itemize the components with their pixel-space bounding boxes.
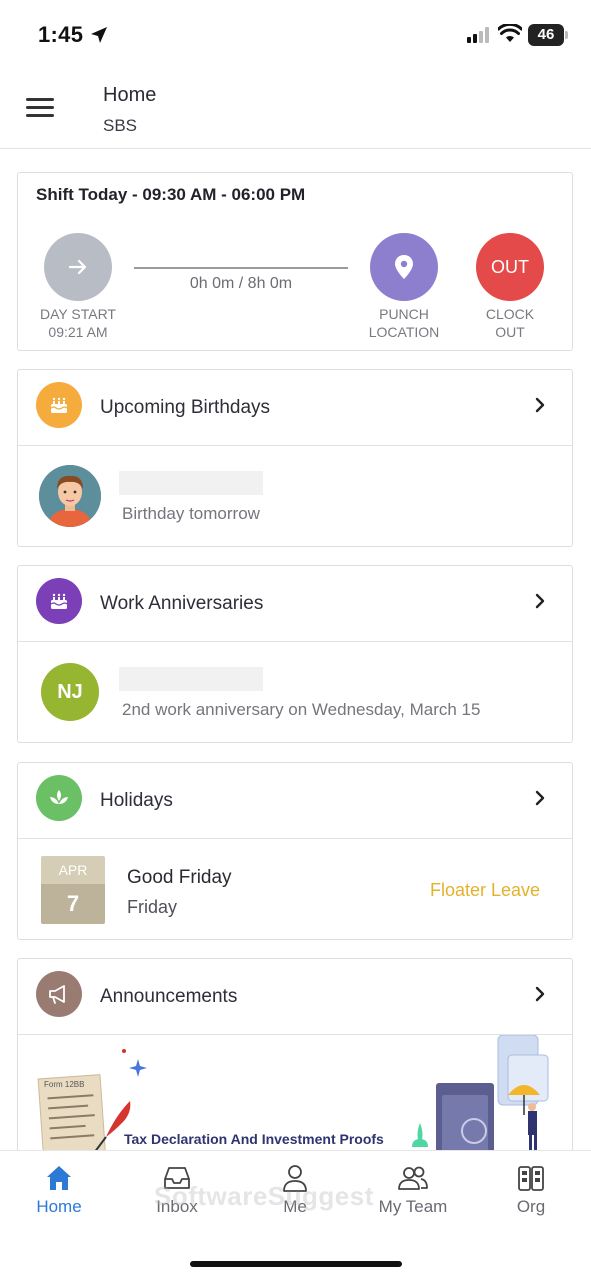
battery-tip (565, 31, 568, 39)
birthdays-header[interactable]: Upcoming Birthdays (18, 370, 572, 446)
holiday-weekday: Friday (127, 897, 178, 917)
holiday-type: Floater Leave (430, 880, 541, 900)
holidays-title: Holidays (100, 790, 173, 811)
shift-title: Shift Today - 09:30 AM - 06:00 PM (36, 185, 306, 204)
nav-me[interactable]: Me (236, 1151, 354, 1231)
anniversaries-card: Work Anniversaries NJ 2nd work anniversa… (17, 565, 573, 743)
anniversary-text: 2nd work anniversary on Wednesday, March… (122, 700, 481, 719)
announcements-header[interactable]: Announcements (18, 959, 572, 1035)
birthdays-title: Upcoming Birthdays (100, 397, 271, 418)
status-bar: 1:45 46 (0, 0, 591, 68)
day-start-label: DAY START 09:21 AM (40, 306, 116, 340)
nav-org-label: Org (516, 1197, 546, 1216)
inbox-icon (164, 1167, 190, 1189)
status-time: 1:45 (38, 22, 84, 47)
chevron-right-icon[interactable] (532, 396, 548, 414)
avatar[interactable] (39, 465, 101, 527)
nav-inbox-label: Inbox (156, 1197, 198, 1216)
nav-home[interactable]: Home (0, 1151, 118, 1231)
cellular-signal-icon (467, 27, 489, 43)
nav-my-team-label: My Team (378, 1197, 448, 1216)
arrow-right-icon (68, 259, 87, 275)
nav-org[interactable]: Org (472, 1151, 590, 1231)
announcements-title: Announcements (100, 986, 238, 1007)
clock-out-label: CLOCK OUT (485, 306, 535, 340)
holiday-day: 7 (41, 884, 105, 924)
wifi-icon (498, 24, 522, 42)
app-header: Home SBS (0, 68, 591, 149)
name-placeholder (119, 667, 263, 691)
name-placeholder (119, 471, 263, 495)
initials-avatar[interactable]: NJ (41, 663, 99, 721)
menu-icon[interactable] (26, 98, 54, 118)
holiday-date: APR 7 (41, 856, 105, 924)
cake-icon (36, 382, 82, 428)
holiday-name: Good Friday (127, 867, 232, 888)
org-icon (518, 1166, 544, 1191)
shift-card: Shift Today - 09:30 AM - 06:00 PM 0h 0m … (17, 172, 573, 351)
page-title: Home (103, 84, 157, 106)
nav-inbox[interactable]: Inbox (118, 1151, 236, 1231)
holidays-card: Holidays APR 7 Good Friday Friday Floate… (17, 762, 573, 940)
location-pin-icon (395, 255, 413, 279)
nav-home-label: Home (36, 1197, 82, 1216)
anniversaries-header[interactable]: Work Anniversaries (18, 566, 572, 642)
holiday-month: APR (41, 856, 105, 884)
lotus-icon (36, 775, 82, 821)
location-arrow-icon (91, 27, 107, 43)
home-icon (47, 1166, 71, 1190)
bottom-nav: Home Inbox Me My Team Org SoftwareSugges… (0, 1150, 591, 1280)
team-icon (398, 1166, 428, 1190)
banner-text: Tax Declaration And Investment Proofs (124, 1131, 384, 1147)
chevron-right-icon[interactable] (532, 985, 548, 1003)
page-subtitle: SBS (103, 116, 138, 135)
birthday-text: Birthday tomorrow (122, 504, 260, 523)
megaphone-icon (36, 971, 82, 1017)
person-icon (283, 1165, 307, 1192)
day-start-button[interactable] (44, 233, 112, 301)
nav-my-team[interactable]: My Team (354, 1151, 472, 1231)
shift-progress-line (134, 267, 348, 269)
birthdays-card: Upcoming Birthdays Birthday tomorrow (17, 369, 573, 547)
form-label: Form 12BB (44, 1080, 84, 1089)
battery-icon: 46 (528, 24, 564, 46)
holidays-header[interactable]: Holidays (18, 763, 572, 839)
anniversaries-title: Work Anniversaries (100, 593, 264, 614)
punch-location-button[interactable] (370, 233, 438, 301)
nav-me-label: Me (283, 1197, 307, 1216)
shift-progress-text: 0h 0m / 8h 0m (189, 275, 293, 292)
home-indicator[interactable] (190, 1261, 402, 1267)
cake-icon (36, 578, 82, 624)
punch-location-label: PUNCH LOCATION (368, 306, 440, 340)
chevron-right-icon[interactable] (532, 789, 548, 807)
clock-out-button[interactable]: OUT (476, 233, 544, 301)
chevron-right-icon[interactable] (532, 592, 548, 610)
